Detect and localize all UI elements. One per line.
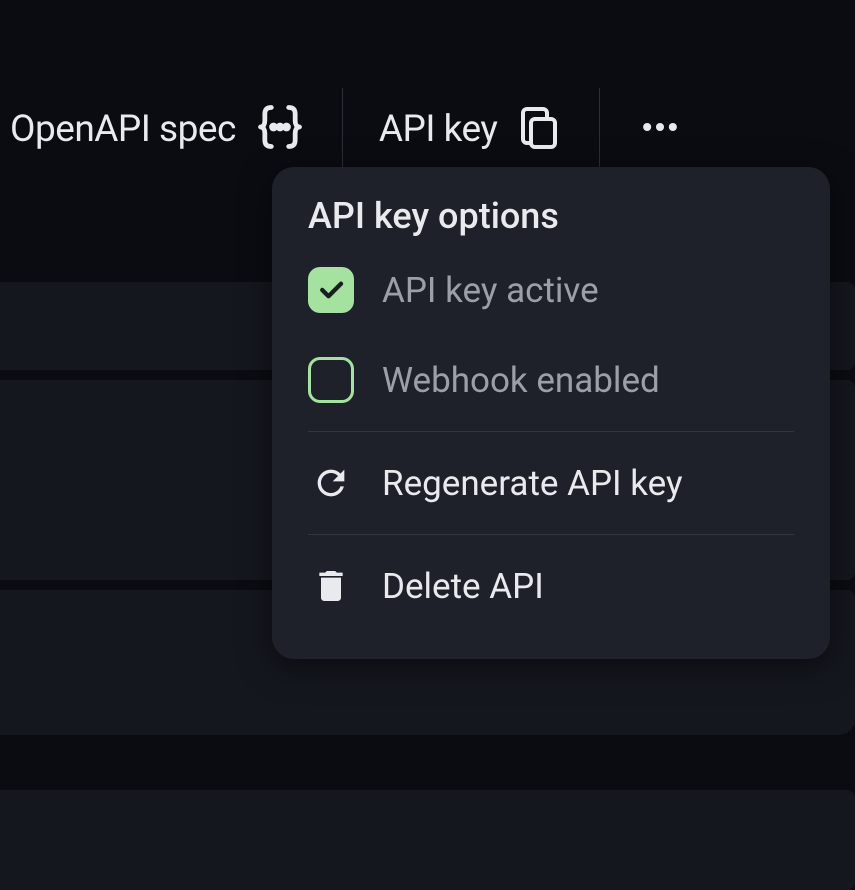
api-key-button[interactable]: API key	[343, 88, 600, 170]
copy-icon	[515, 103, 563, 155]
popover-divider	[308, 534, 794, 535]
api-key-label: API key	[379, 108, 498, 151]
braces-icon	[254, 101, 306, 157]
openapi-spec-label: OpenAPI spec	[10, 108, 236, 151]
more-options-button[interactable]	[600, 88, 720, 170]
popover-title: API key options	[272, 195, 830, 245]
checkbox-checked-icon	[308, 267, 354, 313]
trash-icon	[308, 563, 354, 609]
regenerate-api-key-button[interactable]: Regenerate API key	[272, 438, 830, 528]
regenerate-label: Regenerate API key	[382, 463, 683, 504]
popover-divider	[308, 431, 794, 432]
webhook-enabled-label: Webhook enabled	[382, 360, 660, 401]
delete-label: Delete API	[382, 566, 544, 607]
webhook-enabled-toggle[interactable]: Webhook enabled	[272, 335, 830, 425]
checkbox-unchecked-icon	[308, 357, 354, 403]
openapi-spec-button[interactable]: OpenAPI spec	[0, 88, 342, 170]
dots-horizontal-icon	[638, 105, 682, 153]
bg-panel	[0, 790, 855, 890]
api-key-active-toggle[interactable]: API key active	[272, 245, 830, 335]
refresh-icon	[308, 460, 354, 506]
api-key-options-popover: API key options API key active Webhook e…	[272, 167, 830, 659]
toolbar: OpenAPI spec API key	[0, 88, 855, 170]
delete-api-button[interactable]: Delete API	[272, 541, 830, 631]
api-key-active-label: API key active	[382, 270, 599, 311]
